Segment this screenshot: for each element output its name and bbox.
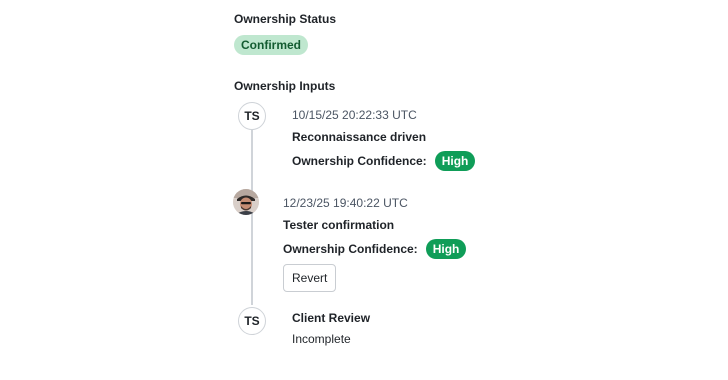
entry-timestamp: 10/15/25 20:22:33 UTC [292,108,417,122]
ownership-input-entry: 10/15/25 20:22:33 UTC Reconnaissance dri… [292,107,476,171]
confidence-badge: High [434,151,476,171]
ownership-input-entry: 12/23/25 19:40:22 UTC Tester confirmatio… [283,195,467,292]
confidence-row: Ownership Confidence: High [292,151,476,171]
entry-title: Tester confirmation [283,218,395,232]
user-photo-avatar [233,189,259,215]
ownership-status-badge: Confirmed [234,35,308,55]
ownership-panel: Ownership Status Confirmed Ownership Inp… [0,0,728,380]
confidence-label: Ownership Confidence: [283,242,418,256]
entry-title: Reconnaissance driven [292,130,427,144]
confidence-label: Ownership Confidence: [292,154,427,168]
confidence-badge: High [425,239,467,259]
revert-button[interactable]: Revert [283,264,337,292]
entry-timestamp: 12/23/25 19:40:22 UTC [283,196,408,210]
entry-title: Client Review [292,311,371,325]
ownership-input-entry: Client Review Incomplete [292,311,370,346]
avatar-initials: TS [238,307,266,335]
timeline-connector [251,130,253,305]
ownership-inputs-heading: Ownership Inputs [234,79,336,93]
ownership-status-heading: Ownership Status [234,12,337,26]
avatar-initials: TS [238,102,266,130]
confidence-row: Ownership Confidence: High [283,239,467,259]
entry-status: Incomplete [292,332,351,346]
